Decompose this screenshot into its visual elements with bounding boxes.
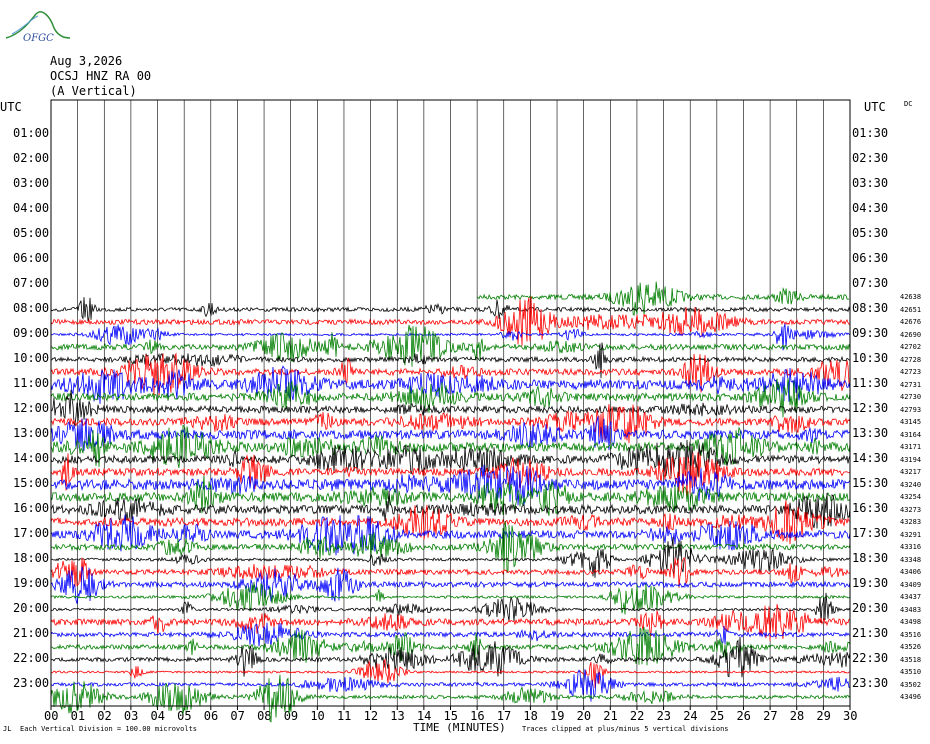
- clip-note: Traces clipped at plus/minus 5 vertical …: [522, 725, 729, 733]
- seismogram-plot: [50, 99, 851, 723]
- x-axis-title: TIME (MINUTES): [413, 721, 506, 734]
- division-note: Each Vertical Division = 100.00 microvol…: [20, 725, 198, 733]
- grid-lines: [50, 100, 851, 710]
- corner-mark: JL: [3, 725, 12, 733]
